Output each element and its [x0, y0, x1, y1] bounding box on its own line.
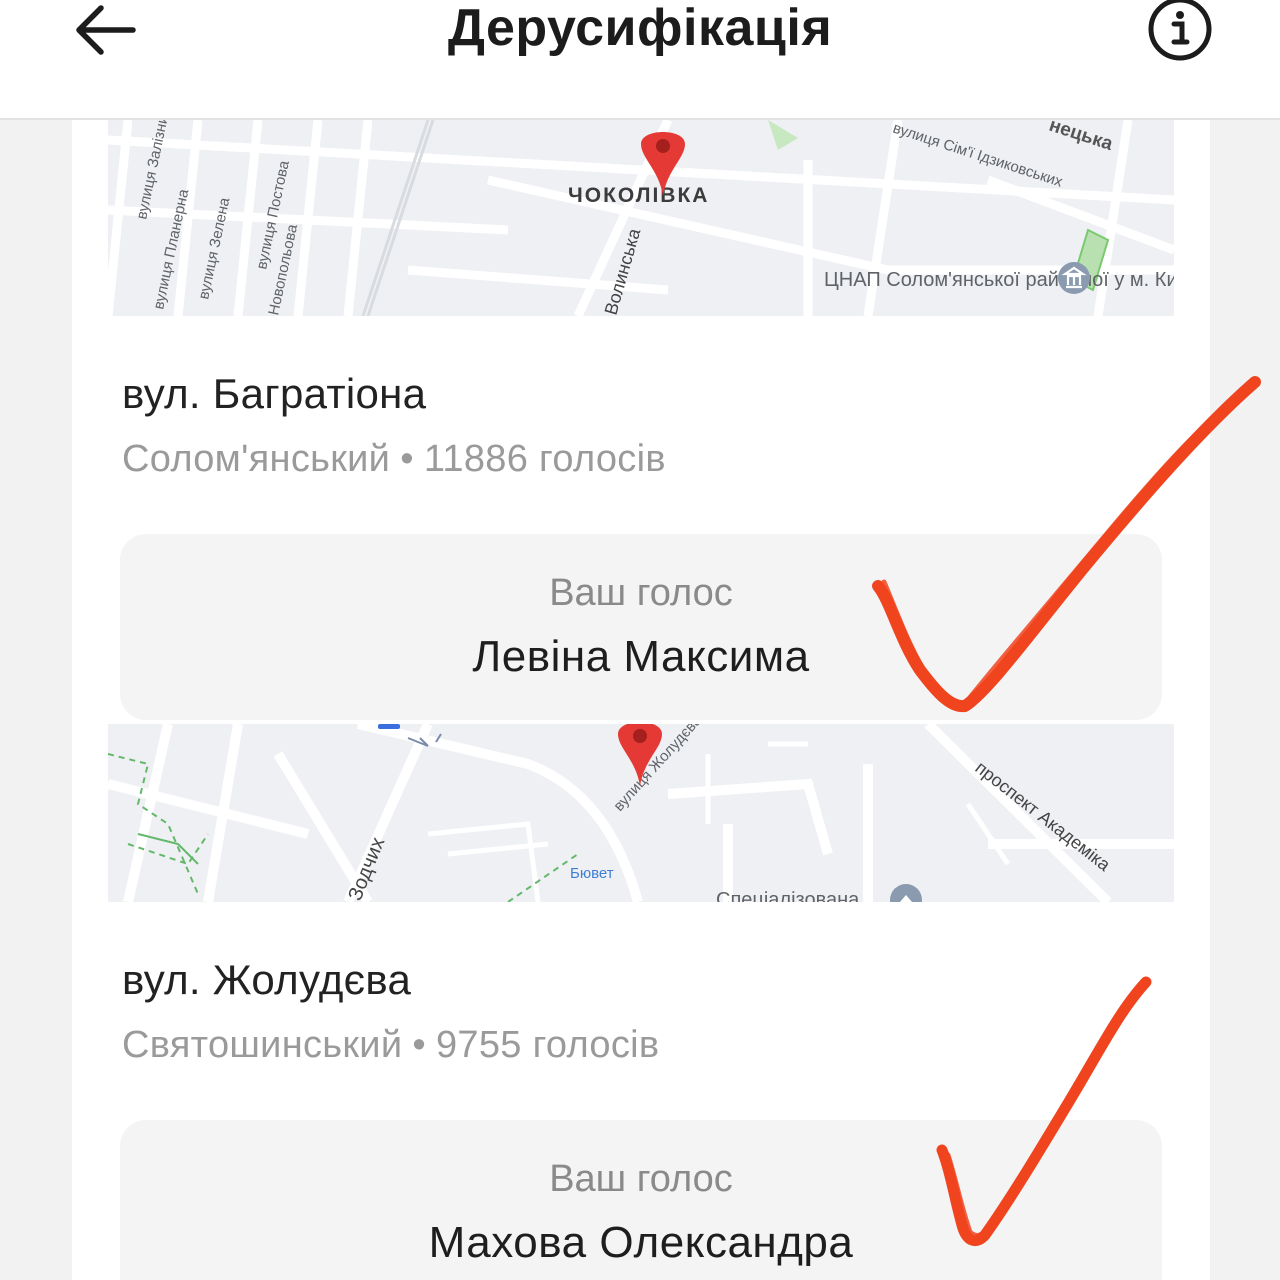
- map-street-label: проспект Академіка: [972, 757, 1115, 875]
- district-name: Святошинський: [122, 1024, 403, 1066]
- separator-dot: •: [400, 438, 414, 480]
- map-district-label: ЧОКОЛІВКА: [568, 184, 709, 207]
- district-name: Солом'янський: [122, 438, 391, 480]
- map-poi-label: Спеціалізована: [716, 889, 860, 902]
- page-title: Дерусифікація: [447, 0, 833, 57]
- poi-icon: [890, 884, 922, 902]
- votes-count: 9755 голосів: [435, 1024, 660, 1066]
- separator-dot: •: [412, 1024, 426, 1066]
- your-vote-box[interactable]: Ваш голос Махова Олександра: [120, 1120, 1162, 1280]
- map-street-label: вулиця Залізнична: [133, 120, 177, 221]
- info-icon: [1148, 0, 1212, 61]
- map-street-label: вулиця Сім'ї Ідзиковських: [891, 120, 1065, 191]
- landmark-icon: [1058, 262, 1090, 294]
- vote-value: Махова Олександра: [428, 1218, 854, 1267]
- district-votes: Святошинський • 9755 голосів: [122, 1024, 659, 1067]
- votes-count: 11886 голосів: [423, 438, 666, 480]
- map-street-label: нецька: [1046, 120, 1115, 155]
- map-street-label: Волинська: [601, 225, 645, 316]
- vote-label: Ваш голос: [549, 1158, 733, 1200]
- district-votes: Солом'янський • 11886 голосів: [122, 438, 666, 481]
- content-list: вулиця Залізнична вулиця Планерна вулиця…: [72, 120, 1210, 1280]
- street-name: вул. Жолудєва: [122, 956, 412, 1003]
- vote-value: Левіна Максима: [472, 632, 810, 681]
- app-header: Дерусифікація: [0, 0, 1280, 120]
- your-vote-box[interactable]: Ваш голос Левіна Максима: [120, 534, 1162, 720]
- map-water-label: Бювет: [570, 865, 614, 882]
- info-button[interactable]: [1140, 0, 1220, 64]
- map-preview[interactable]: вулиця Жолудєва Зодчих проспект Академік…: [108, 724, 1174, 902]
- map-poi-label: ЦНАП Солом'янської районної у м. Києві..…: [824, 269, 1174, 291]
- map-preview[interactable]: вулиця Залізнична вулиця Планерна вулиця…: [108, 120, 1174, 316]
- street-name: вул. Багратіона: [122, 370, 427, 417]
- vote-label: Ваш голос: [549, 572, 733, 614]
